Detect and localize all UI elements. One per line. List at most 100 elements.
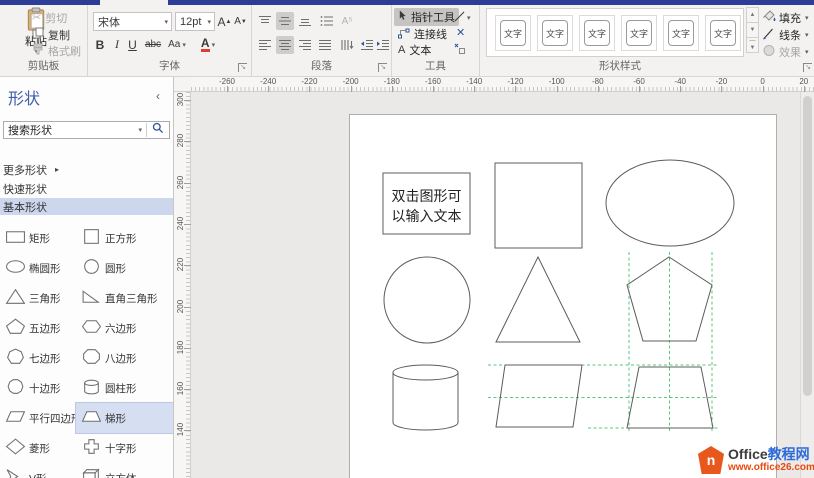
change-case-button[interactable]: Aa ▾: [166, 36, 188, 53]
clipboard-group-label: 剪贴板: [27, 60, 60, 72]
style-gallery-item[interactable]: 文字: [663, 15, 699, 51]
shape-item-square[interactable]: 正方形: [76, 223, 173, 253]
font-size-combo[interactable]: 12pt ▾: [175, 12, 215, 31]
connector-icon: [398, 27, 410, 42]
shape-item-triangle[interactable]: 三角形: [0, 283, 76, 313]
cut-button[interactable]: ✂ 剪切: [32, 10, 67, 25]
line-style-button[interactable]: 线条 ▾: [762, 27, 809, 43]
search-dropdown-arrow[interactable]: ▾: [134, 126, 146, 134]
valign-top-icon[interactable]: [256, 12, 274, 30]
collapse-panel-icon[interactable]: ‹: [156, 89, 160, 103]
bullets-icon[interactable]: [318, 12, 336, 30]
pointer-tool-button[interactable]: 指针工具: [394, 8, 459, 26]
canvas-square[interactable]: [494, 162, 583, 249]
font-size-dropdown-arrow[interactable]: ▾: [204, 18, 214, 26]
paragraph-dialog-launcher[interactable]: ↘: [378, 63, 387, 72]
font-dialog-launcher[interactable]: ↘: [238, 63, 247, 72]
watermark: n Office教程网 www.office26.com: [698, 446, 814, 474]
shape-item-ellipse[interactable]: 椭圆形: [0, 253, 76, 283]
text-direction-icon[interactable]: [338, 36, 356, 54]
hexagon-icon: [81, 318, 102, 338]
shape-item-cross[interactable]: 十字形: [76, 433, 173, 463]
canvas-cylinder[interactable]: [392, 364, 459, 431]
character-spacing-icon[interactable]: A⁵: [338, 12, 356, 30]
shape-item-rectangle[interactable]: 矩形: [0, 223, 76, 253]
font-color-button[interactable]: A ▾: [196, 36, 220, 53]
diamond-icon: [5, 438, 26, 458]
valign-middle-icon[interactable]: [276, 12, 294, 30]
shape-item-heptagon[interactable]: 七边形: [0, 343, 76, 373]
shape-item-cylinder[interactable]: 圆柱形: [76, 373, 173, 403]
canvas-triangle[interactable]: [495, 255, 581, 343]
style-preview: 文字: [710, 20, 736, 46]
line-tool-button[interactable]: ▾: [454, 9, 471, 27]
style-preview: 文字: [542, 20, 568, 46]
valign-bottom-icon[interactable]: [296, 12, 314, 30]
align-center-icon[interactable]: [276, 36, 294, 54]
scrollbar-thumb[interactable]: [803, 96, 812, 396]
drawing-canvas[interactable]: 双击图形可 以输入文本 n Office教程网 www.office26.com: [191, 92, 814, 478]
style-gallery-item[interactable]: 文字: [621, 15, 657, 51]
gallery-more-button[interactable]: — ▼: [746, 37, 759, 53]
gallery-scroll-down-button[interactable]: ▼: [746, 22, 759, 38]
align-left-icon[interactable]: [256, 36, 274, 54]
sidebar-item-more-shapes[interactable]: 更多形状 ▸: [0, 161, 173, 178]
copy-button[interactable]: 复制: [32, 27, 70, 42]
shape-item-circle[interactable]: 圆形: [76, 253, 173, 283]
increase-indent-icon[interactable]: [374, 36, 392, 54]
canvas-vertical-scrollbar[interactable]: [800, 92, 814, 478]
align-right-icon[interactable]: [296, 36, 314, 54]
canvas-circle[interactable]: [383, 256, 471, 344]
shape-item-diamond[interactable]: 菱形: [0, 433, 76, 463]
sidebar-item-basic-shapes[interactable]: 基本形状: [0, 198, 173, 215]
style-gallery-item[interactable]: 文字: [579, 15, 615, 51]
shape-search-input[interactable]: [4, 124, 135, 136]
shape-styles-dialog-launcher[interactable]: ↘: [803, 63, 812, 72]
underline-button[interactable]: U: [126, 36, 139, 53]
vruler-tick: [184, 265, 191, 267]
hruler-label: -180: [383, 77, 400, 86]
visio-window: 粘贴 ▾ ✂ 剪切 复制 格式刷 剪贴板 宋体 ▾ 12pt ▾ A ▲ A ▼…: [0, 0, 814, 478]
italic-button[interactable]: I: [111, 36, 123, 53]
effects-button[interactable]: 效果 ▾: [762, 44, 809, 60]
shape-item-pentagon[interactable]: 五边形: [0, 313, 76, 343]
style-gallery-item[interactable]: 文字: [495, 15, 531, 51]
strikethrough-button[interactable]: abc: [143, 36, 163, 53]
shape-item-decagon[interactable]: 十边形: [0, 373, 76, 403]
shape-item-trapezoid[interactable]: 梯形: [75, 402, 173, 434]
shape-item-v-shape[interactable]: V形: [0, 463, 76, 478]
grow-font-button[interactable]: A ▲: [217, 13, 232, 30]
shape-item-hexagon[interactable]: 六边形: [76, 313, 173, 343]
shape-item-cube[interactable]: 立方体: [76, 463, 173, 478]
shape-item-label: 梯形: [105, 412, 126, 425]
decagon-icon: [5, 378, 26, 398]
hruler-label: -160: [424, 77, 442, 86]
shrink-font-button[interactable]: A ▼: [233, 13, 248, 30]
line-icon: [454, 9, 465, 27]
heptagon-icon: [5, 348, 26, 368]
canvas-parallelogram[interactable]: [495, 364, 583, 428]
search-icon[interactable]: [147, 121, 169, 139]
style-preview: 文字: [668, 20, 694, 46]
bold-button[interactable]: B: [93, 36, 107, 53]
gallery-scroll-up-button[interactable]: ▲: [746, 7, 759, 23]
font-family-dropdown-arrow[interactable]: ▾: [161, 18, 171, 26]
shape-item-right-triangle[interactable]: 直角三角形: [76, 283, 173, 313]
vruler-tick: [184, 223, 191, 225]
format-painter-button[interactable]: 格式刷: [32, 43, 81, 58]
shape-item-parallelogram[interactable]: 平行四边形: [0, 403, 82, 433]
delete-connector-icon[interactable]: ✕: [456, 26, 465, 39]
canvas-ellipse[interactable]: [605, 159, 735, 247]
shape-item-octagon[interactable]: 八边形: [76, 343, 173, 373]
sidebar-item-quick-shapes[interactable]: 快速形状: [0, 180, 173, 197]
style-gallery-item[interactable]: 文字: [537, 15, 573, 51]
style-gallery-item[interactable]: 文字: [705, 15, 741, 51]
text-tool-button[interactable]: A 文本: [394, 41, 435, 59]
fill-button[interactable]: 填充 ▾: [762, 10, 809, 26]
font-family-combo[interactable]: 宋体 ▾: [93, 12, 172, 31]
ribbon-group-clipboard: 粘贴 ▾ ✂ 剪切 复制 格式刷 剪贴板: [0, 5, 88, 76]
justify-icon[interactable]: [316, 36, 334, 54]
line-tool-dropdown-arrow[interactable]: ▾: [467, 14, 471, 22]
shape-stencil-grid: 矩形 正方形 椭圆形 圆形 三角形 直角三角形 五边形 六边形 七边形 八边形 十边形 圆柱形 平行四边…: [0, 223, 173, 478]
vruler-tick: [184, 430, 191, 432]
